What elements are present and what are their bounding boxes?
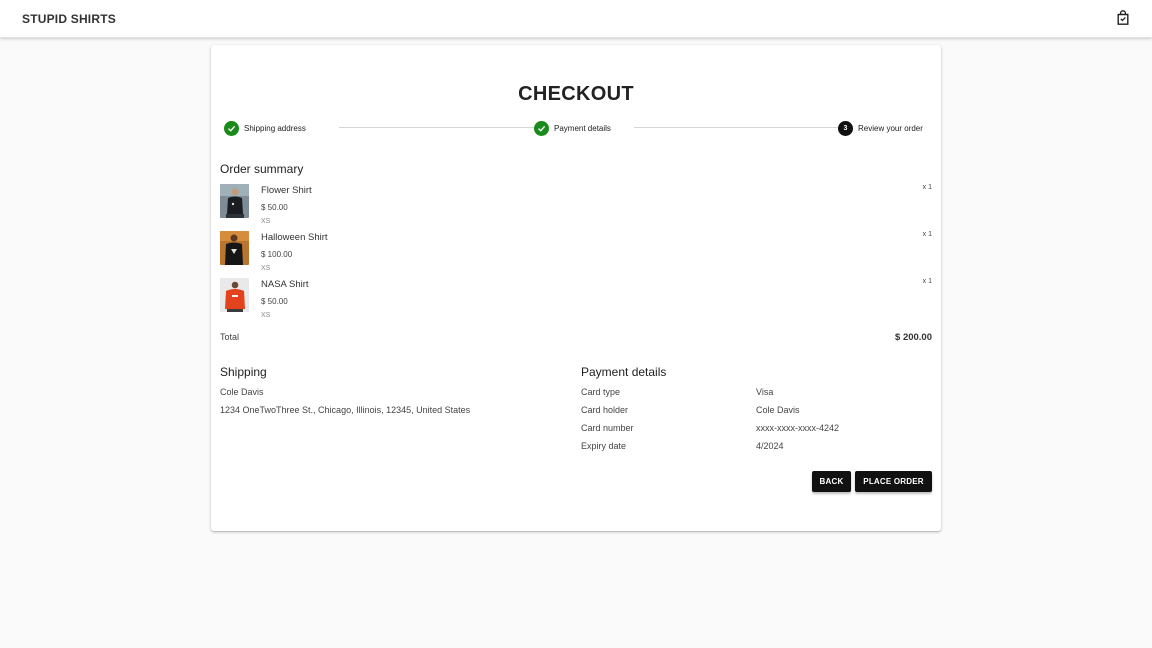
item-name: Halloween Shirt <box>261 232 328 243</box>
list-item: NASA Shirt $ 50.00 XS x 1 <box>220 278 932 323</box>
page-title: CHECKOUT <box>518 83 634 105</box>
checkout-stepper: Shipping address Payment details 3 Revie… <box>224 120 927 136</box>
item-size: XS <box>261 218 271 225</box>
product-image <box>220 184 249 218</box>
product-image <box>220 231 249 265</box>
item-quantity: x 1 <box>922 231 932 238</box>
payment-details-title: Payment details <box>581 365 667 379</box>
step-review-order: 3 Review your order <box>838 120 923 136</box>
step-label: Review your order <box>858 123 923 133</box>
order-summary-title: Order summary <box>220 162 304 176</box>
item-size: XS <box>261 265 271 272</box>
list-item: Flower Shirt $ 50.00 XS x 1 <box>220 184 932 229</box>
card-type-value: Visa <box>756 387 774 397</box>
step-label: Payment details <box>554 123 611 133</box>
shipping-address: 1234 OneTwoThree St., Chicago, Illinois,… <box>220 405 471 415</box>
product-image <box>220 278 249 312</box>
brand-logo[interactable]: STUPID SHIRTS <box>22 12 116 26</box>
checkout-card: CHECKOUT Shipping address Payment detail… <box>211 45 941 531</box>
step-label: Shipping address <box>244 123 306 133</box>
step-shipping-address: Shipping address <box>224 120 306 136</box>
item-size: XS <box>261 312 271 319</box>
total-value: $ 200.00 <box>895 332 932 343</box>
item-quantity: x 1 <box>922 278 932 285</box>
card-holder-label: Card holder <box>581 405 629 415</box>
card-type-label: Card type <box>581 387 621 397</box>
item-price: $ 50.00 <box>261 297 288 306</box>
item-quantity: x 1 <box>922 184 932 191</box>
shipping-name: Cole Davis <box>220 387 264 397</box>
shipping-title: Shipping <box>220 365 267 379</box>
item-name: NASA Shirt <box>261 279 309 290</box>
expiry-date-label: Expiry date <box>581 441 627 451</box>
card-number-label: Card number <box>581 423 634 433</box>
step-number: 3 <box>838 120 853 136</box>
item-price: $ 100.00 <box>261 250 293 259</box>
item-name: Flower Shirt <box>261 185 312 196</box>
list-item: Halloween Shirt $ 100.00 XS x 1 <box>220 231 932 276</box>
item-price: $ 50.00 <box>261 203 288 212</box>
card-number-value: xxxx-xxxx-xxxx-4242 <box>756 423 840 433</box>
check-icon <box>534 120 549 136</box>
back-button[interactable]: Back <box>812 471 851 492</box>
step-payment-details: Payment details <box>534 120 611 136</box>
check-icon <box>224 120 239 136</box>
place-order-button[interactable]: Place order <box>855 471 932 492</box>
step-connector <box>339 127 534 128</box>
card-holder-value: Cole Davis <box>756 405 800 415</box>
expiry-date-value: 4/2024 <box>756 441 784 451</box>
shopping-bag-icon[interactable] <box>1116 10 1130 26</box>
total-label: Total <box>220 332 240 342</box>
step-connector <box>634 127 838 128</box>
app-bar: STUPID SHIRTS <box>0 0 1152 38</box>
